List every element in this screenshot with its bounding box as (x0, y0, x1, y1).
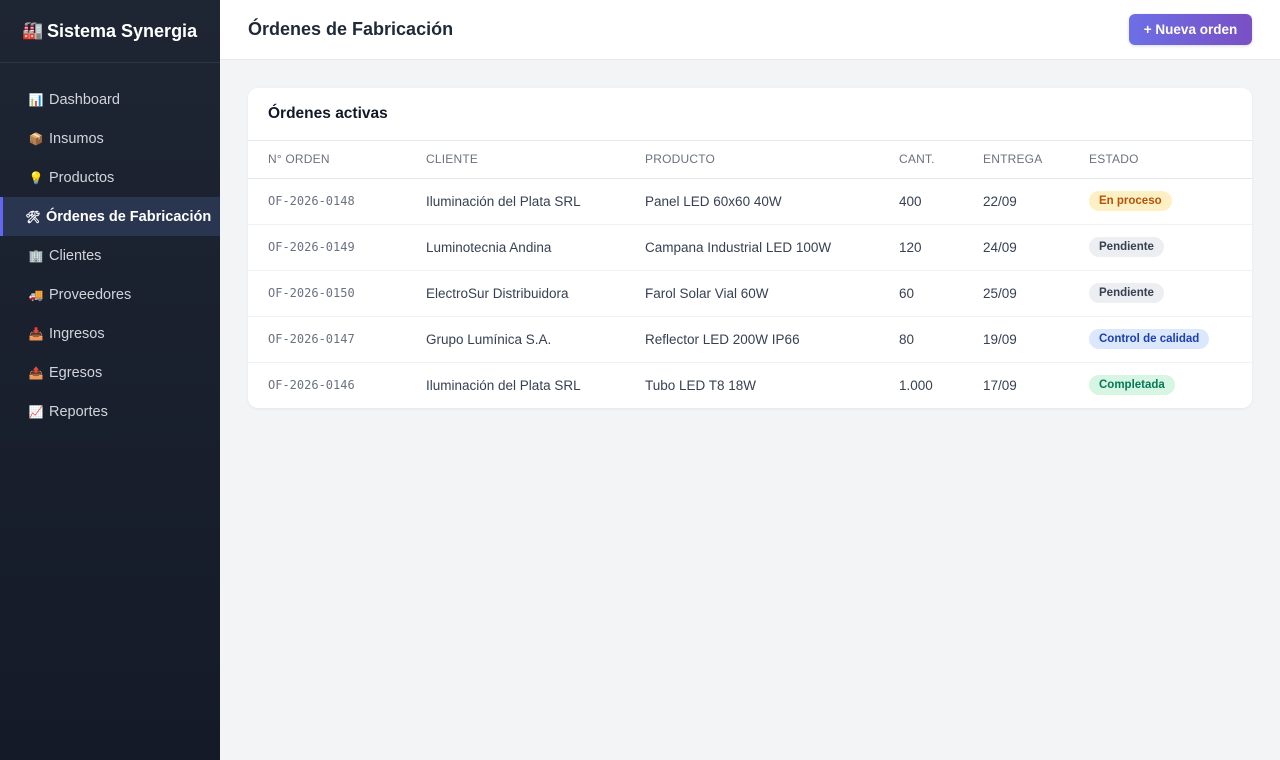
sidebar-item-productos[interactable]: 💡 Productos (0, 158, 220, 197)
inbox-icon: 📥 (28, 326, 44, 341)
order-product: Reflector LED 200W IP66 (645, 316, 899, 363)
order-status-cell: Pendiente (1089, 224, 1252, 271)
sidebar-item-label: Clientes (49, 247, 102, 264)
column-header-cliente[interactable]: CLIENTE (426, 141, 645, 179)
order-delivery: 24/09 (983, 224, 1089, 271)
lightbulb-icon: 💡 (28, 170, 44, 185)
sidebar-item-ingresos[interactable]: 📥 Ingresos (0, 314, 220, 353)
order-client: ElectroSur Distribuidora (426, 270, 645, 317)
sidebar-item-ordenes[interactable]: 🛠 Órdenes de Fabricación (0, 197, 220, 236)
sidebar-item-label: Reportes (49, 403, 108, 420)
order-client: Iluminación del Plata SRL (426, 377, 581, 393)
table-row[interactable]: OF-2026-0146 Iluminación del Plata SRL T… (248, 362, 1252, 408)
orders-table: N° ORDEN CLIENTE PRODUCTO CANT. ENTREGA … (248, 141, 1252, 408)
table-row[interactable]: OF-2026-0149 Luminotecnia Andina Campana… (248, 224, 1252, 271)
table-header-row: N° ORDEN CLIENTE PRODUCTO CANT. ENTREGA … (248, 141, 1252, 179)
sidebar-item-label: Dashboard (49, 91, 120, 108)
column-header-entrega[interactable]: ENTREGA (983, 141, 1089, 179)
order-quantity: 1.000 (899, 377, 933, 393)
order-client: Luminotecnia Andina (426, 224, 645, 271)
status-badge: Pendiente (1089, 237, 1164, 257)
order-delivery: 25/09 (983, 270, 1089, 317)
box-icon: 📦 (28, 131, 44, 146)
sidebar-item-label: Productos (49, 169, 115, 186)
order-quantity: 400 (899, 178, 983, 225)
order-product: Tubo LED T8 18W (645, 377, 757, 393)
order-product: Campana Industrial LED 100W (645, 224, 899, 271)
trend-icon: 📈 (28, 404, 44, 419)
orders-card: Órdenes activas N° ORDEN CLIENTE PRODUCT… (248, 88, 1252, 408)
column-header-orden[interactable]: N° ORDEN (248, 141, 426, 179)
order-product: Panel LED 60x60 40W (645, 178, 899, 225)
sidebar-item-proveedores[interactable]: 🚚 Proveedores (0, 275, 220, 314)
sidebar-item-reportes[interactable]: 📈 Reportes (0, 392, 220, 431)
brand: 🏭 Sistema Synergia (0, 0, 220, 63)
order-delivery: 19/09 (983, 316, 1089, 363)
order-quantity: 120 (899, 224, 983, 271)
page-header: Órdenes de Fabricación + Nueva orden (220, 0, 1280, 60)
order-client: Iluminación del Plata SRL (426, 178, 645, 225)
chart-icon: 📊 (28, 92, 44, 107)
factory-icon: 🏭 (22, 21, 44, 40)
table-row[interactable]: OF-2026-0150 ElectroSur Distribuidora Fa… (248, 270, 1252, 317)
sidebar-item-label: Proveedores (49, 286, 132, 303)
status-badge: Completada (1089, 375, 1175, 396)
status-badge: En proceso (1089, 191, 1172, 211)
order-delivery: 22/09 (983, 178, 1089, 225)
order-number: OF-2026-0149 (248, 224, 426, 271)
order-status-cell: Pendiente (1089, 270, 1252, 317)
order-client: Grupo Lumínica S.A. (426, 316, 645, 363)
order-number: OF-2026-0147 (248, 316, 426, 363)
order-product: Farol Solar Vial 60W (645, 270, 899, 317)
status-badge: Control de calidad (1089, 329, 1210, 349)
order-quantity: 60 (899, 270, 983, 317)
sidebar-item-label: Ingresos (49, 325, 105, 342)
order-status-cell: En proceso (1089, 178, 1252, 225)
sidebar-item-label: Órdenes de Fabricación (46, 208, 212, 225)
table-row[interactable]: OF-2026-0147 Grupo Lumínica S.A. Reflect… (248, 316, 1252, 363)
column-header-producto[interactable]: PRODUCTO (645, 141, 899, 179)
sidebar-item-label: Insumos (49, 130, 104, 147)
table-row[interactable]: OF-2026-0148 Iluminación del Plata SRL P… (248, 178, 1252, 225)
order-number: OF-2026-0150 (248, 270, 426, 317)
order-status-cell: Completada (1089, 362, 1252, 408)
sidebar-item-egresos[interactable]: 📤 Egresos (0, 353, 220, 392)
sidebar-item-clientes[interactable]: 🏢 Clientes (0, 236, 220, 275)
order-number: OF-2026-0146 (268, 378, 355, 393)
status-badge: Pendiente (1089, 283, 1164, 303)
card-title: Órdenes activas (248, 88, 1252, 141)
brand-name: Sistema Synergia (47, 20, 198, 41)
page-title: Órdenes de Fabricación (248, 19, 454, 39)
sidebar-item-insumos[interactable]: 📦 Insumos (0, 119, 220, 158)
order-status-cell: Control de calidad (1089, 316, 1252, 363)
order-quantity: 80 (899, 316, 983, 363)
new-order-button[interactable]: + Nueva orden (1129, 14, 1252, 45)
column-header-cantidad[interactable]: CANT. (899, 141, 983, 179)
sidebar: 🏭 Sistema Synergia 📊 Dashboard 📦 Insumos… (0, 0, 220, 760)
column-header-estado[interactable]: ESTADO (1089, 141, 1252, 179)
outbox-icon: 📤 (28, 365, 44, 380)
sidebar-nav: 📊 Dashboard 📦 Insumos 💡 Productos 🛠 Órde… (0, 80, 220, 431)
truck-icon: 🚚 (28, 287, 44, 302)
sidebar-item-label: Egresos (49, 364, 103, 381)
order-delivery: 17/09 (983, 377, 1017, 393)
building-icon: 🏢 (28, 248, 44, 263)
sidebar-item-dashboard[interactable]: 📊 Dashboard (0, 80, 220, 119)
tools-icon: 🛠 (25, 209, 41, 224)
order-number: OF-2026-0148 (248, 178, 426, 225)
